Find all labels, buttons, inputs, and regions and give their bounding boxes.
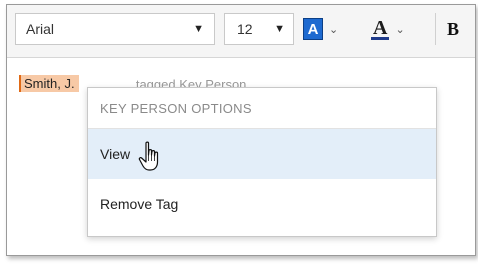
- key-person-tag[interactable]: Smith, J.: [19, 75, 79, 92]
- font-color-icon: A: [371, 16, 390, 40]
- editor-frame: Arial ▼ 12 ▼ A ⌄ A ⌄ B Smith, J. ...tagg…: [6, 4, 476, 256]
- formatting-toolbar: Arial ▼ 12 ▼ A ⌄ A ⌄ B: [7, 5, 475, 58]
- menu-item-label: View: [100, 146, 131, 162]
- bold-button[interactable]: B: [447, 13, 459, 45]
- caret-down-icon: ▼: [274, 23, 285, 35]
- menu-item-remove-tag[interactable]: Remove Tag: [88, 179, 436, 229]
- font-size-value: 12: [237, 21, 253, 37]
- font-family-value: Arial: [26, 21, 55, 37]
- highlight-color-button[interactable]: A ⌄: [303, 13, 338, 45]
- key-person-context-menu: KEY PERSON OPTIONS View Remove Tag: [87, 87, 437, 237]
- highlight-icon: A: [303, 18, 323, 40]
- font-color-button[interactable]: A ⌄: [371, 13, 405, 45]
- hand-pointer-cursor-icon: [138, 141, 159, 171]
- menu-item-label: Remove Tag: [100, 196, 179, 212]
- menu-item-view[interactable]: View: [88, 129, 436, 179]
- chevron-down-icon[interactable]: ⌄: [329, 23, 338, 36]
- chevron-down-icon[interactable]: ⌄: [395, 23, 404, 36]
- font-size-dropdown[interactable]: 12 ▼: [224, 13, 294, 45]
- toolbar-divider: [435, 13, 436, 45]
- caret-down-icon: ▼: [193, 23, 204, 35]
- menu-header: KEY PERSON OPTIONS: [88, 88, 436, 129]
- font-family-dropdown[interactable]: Arial ▼: [15, 13, 215, 45]
